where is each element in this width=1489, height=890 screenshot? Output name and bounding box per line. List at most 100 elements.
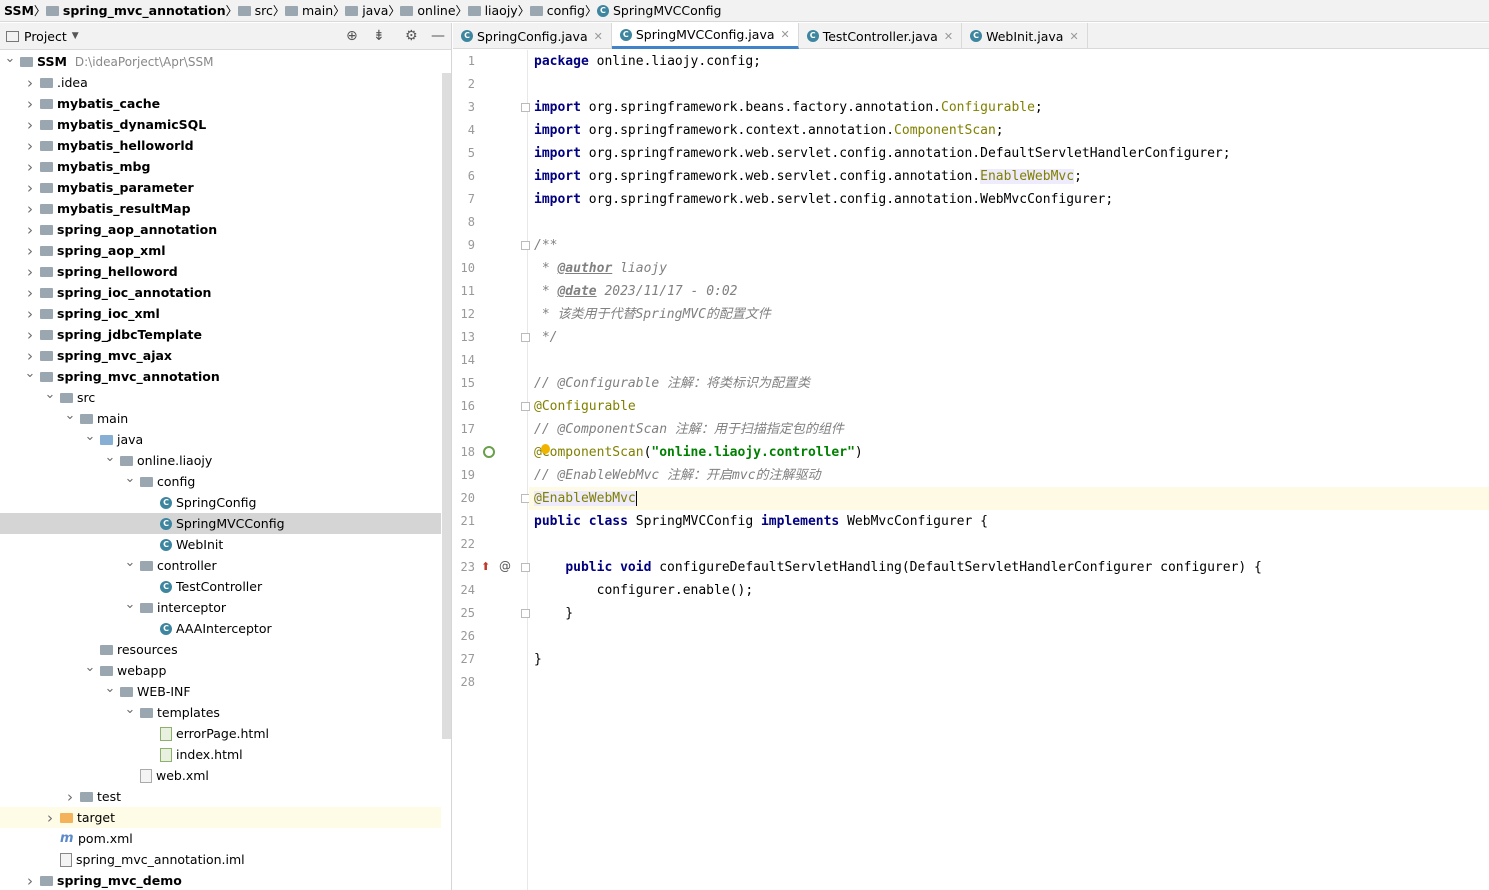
code-line[interactable]: // @EnableWebMvc 注解：开启mvc的注解驱动 (529, 464, 1489, 487)
breadcrumb-item[interactable]: java (345, 0, 388, 22)
chevron-right-icon[interactable]: › (44, 809, 56, 827)
tree-node[interactable]: › mybatis_dynamicSQL (0, 114, 441, 135)
code-line[interactable]: @ComponentScan("online.liaojy.controller… (529, 441, 1489, 464)
tree-node[interactable]: › target (0, 807, 441, 828)
tree-node[interactable]: ⌄ src (0, 387, 441, 408)
override-method-icon[interactable]: ⬆ (481, 560, 490, 574)
tree-scrollbar[interactable] (442, 73, 451, 739)
tree-node[interactable]: C SpringConfig (0, 492, 441, 513)
tree-node[interactable]: › test (0, 786, 441, 807)
tree-node[interactable]: › spring_mvc_ajax (0, 345, 441, 366)
code-line[interactable]: @EnableWebMvc (529, 487, 1489, 510)
tree-node[interactable]: m pom.xml (0, 828, 441, 849)
editor-tab[interactable]: C WebInit.java ✕ (962, 23, 1088, 49)
breadcrumb-item[interactable]: online (400, 0, 456, 22)
chevron-down-icon[interactable]: ⌄ (124, 471, 136, 486)
chevron-right-icon[interactable]: › (24, 284, 36, 302)
code-line[interactable] (529, 625, 1489, 648)
tree-node[interactable]: ⌄ webapp (0, 660, 441, 681)
tree-node[interactable]: ⌄ controller (0, 555, 441, 576)
chevron-right-icon[interactable]: › (24, 158, 36, 176)
close-icon[interactable]: ✕ (1069, 30, 1078, 43)
chevron-right-icon[interactable]: › (24, 326, 36, 344)
chevron-right-icon[interactable]: › (24, 74, 36, 92)
breadcrumb-item[interactable]: src (237, 0, 273, 22)
editor-tab[interactable]: C TestController.java ✕ (799, 23, 963, 49)
tree-node[interactable]: › spring_aop_xml (0, 240, 441, 261)
chevron-right-icon[interactable]: › (24, 221, 36, 239)
chevron-down-icon[interactable]: ⌄ (104, 681, 116, 696)
chevron-right-icon[interactable]: › (24, 872, 36, 890)
chevron-down-icon[interactable]: ⌄ (44, 387, 56, 402)
tree-node[interactable]: C SpringMVCConfig (0, 513, 441, 534)
code-line[interactable]: public void configureDefaultServletHandl… (529, 556, 1489, 579)
code-line[interactable]: @Configurable (529, 395, 1489, 418)
chevron-right-icon[interactable]: › (24, 305, 36, 323)
tree-node[interactable]: › spring_ioc_annotation (0, 282, 441, 303)
close-icon[interactable]: ✕ (944, 30, 953, 43)
code-line[interactable]: */ (529, 326, 1489, 349)
breadcrumb-item[interactable]: SSM (4, 0, 34, 22)
tree-node[interactable]: › spring_helloword (0, 261, 441, 282)
code-line[interactable]: import org.springframework.beans.factory… (529, 96, 1489, 119)
tree-node[interactable]: spring_mvc_annotation.iml (0, 849, 441, 870)
code-line[interactable]: * @date 2023/11/17 - 0:02 (529, 280, 1489, 303)
tree-node[interactable]: web.xml (0, 765, 441, 786)
tree-node[interactable]: › spring_jdbcTemplate (0, 324, 441, 345)
chevron-down-icon[interactable]: ⌄ (124, 702, 136, 717)
chevron-down-icon[interactable]: ▼ (72, 31, 79, 41)
breadcrumb-item[interactable]: C SpringMVCConfig (596, 0, 722, 22)
code-line[interactable]: public class SpringMVCConfig implements … (529, 510, 1489, 533)
tree-node[interactable]: ⌄ SSM D:\ideaPorject\Apr\SSM (0, 51, 441, 72)
code-line[interactable]: import org.springframework.web.servlet.c… (529, 142, 1489, 165)
chevron-right-icon[interactable]: › (24, 179, 36, 197)
tree-node[interactable]: ⌄ config (0, 471, 441, 492)
chevron-right-icon[interactable]: › (24, 347, 36, 365)
project-view-selector[interactable]: Project (24, 29, 67, 44)
chevron-right-icon[interactable]: › (24, 95, 36, 113)
code-line[interactable]: import org.springframework.context.annot… (529, 119, 1489, 142)
tree-node[interactable]: ⌄ online.liaojy (0, 450, 441, 471)
tree-node[interactable]: › mybatis_resultMap (0, 198, 441, 219)
code-line[interactable]: // @ComponentScan 注解：用于扫描指定包的组件 (529, 418, 1489, 441)
spring-bean-icon[interactable] (483, 446, 495, 458)
tree-node[interactable]: ⌄ spring_mvc_annotation (0, 366, 441, 387)
tree-node[interactable]: ⌄ templates (0, 702, 441, 723)
chevron-right-icon[interactable]: › (64, 788, 76, 806)
chevron-down-icon[interactable]: ⌄ (64, 408, 76, 423)
chevron-down-icon[interactable]: ⌄ (4, 51, 16, 66)
lightbulb-icon[interactable] (541, 444, 550, 454)
tree-node[interactable]: ⌄ interceptor (0, 597, 441, 618)
breadcrumb-item[interactable]: config (529, 0, 585, 22)
close-icon[interactable]: ✕ (781, 28, 790, 41)
code-line[interactable]: } (529, 648, 1489, 671)
chevron-down-icon[interactable]: ⌄ (84, 660, 96, 675)
editor-tab[interactable]: C SpringMVCConfig.java ✕ (611, 23, 799, 49)
code-line[interactable] (529, 211, 1489, 234)
tree-node[interactable]: errorPage.html (0, 723, 441, 744)
gear-icon[interactable]: ⚙ (405, 28, 418, 44)
code-line[interactable]: * @author liaojy (529, 257, 1489, 280)
collapse-all-icon[interactable]: ⇟ (373, 28, 385, 44)
editor-tab[interactable]: C SpringConfig.java ✕ (453, 23, 612, 49)
chevron-right-icon[interactable]: › (24, 263, 36, 281)
close-icon[interactable]: ✕ (594, 30, 603, 43)
tree-node[interactable]: C AAAInterceptor (0, 618, 441, 639)
tree-node[interactable]: › mybatis_helloworld (0, 135, 441, 156)
annotation-icon[interactable]: @ (499, 559, 511, 573)
locate-file-icon[interactable]: ⊕ (346, 28, 358, 44)
breadcrumb-item[interactable]: main (284, 0, 333, 22)
code-line[interactable] (529, 671, 1489, 694)
code-line[interactable]: /** (529, 234, 1489, 257)
code-line[interactable]: import org.springframework.web.servlet.c… (529, 165, 1489, 188)
tree-node[interactable]: › spring_ioc_xml (0, 303, 441, 324)
tree-node[interactable]: index.html (0, 744, 441, 765)
tree-node[interactable]: ⌄ main (0, 408, 441, 429)
chevron-right-icon[interactable]: › (24, 137, 36, 155)
breadcrumb-item[interactable]: spring_mvc_annotation (45, 0, 226, 22)
tree-node[interactable]: › spring_aop_annotation (0, 219, 441, 240)
chevron-down-icon[interactable]: ⌄ (84, 429, 96, 444)
tree-node[interactable]: C TestController (0, 576, 441, 597)
chevron-right-icon[interactable]: › (24, 200, 36, 218)
breadcrumb-item[interactable]: liaojy (467, 0, 518, 22)
